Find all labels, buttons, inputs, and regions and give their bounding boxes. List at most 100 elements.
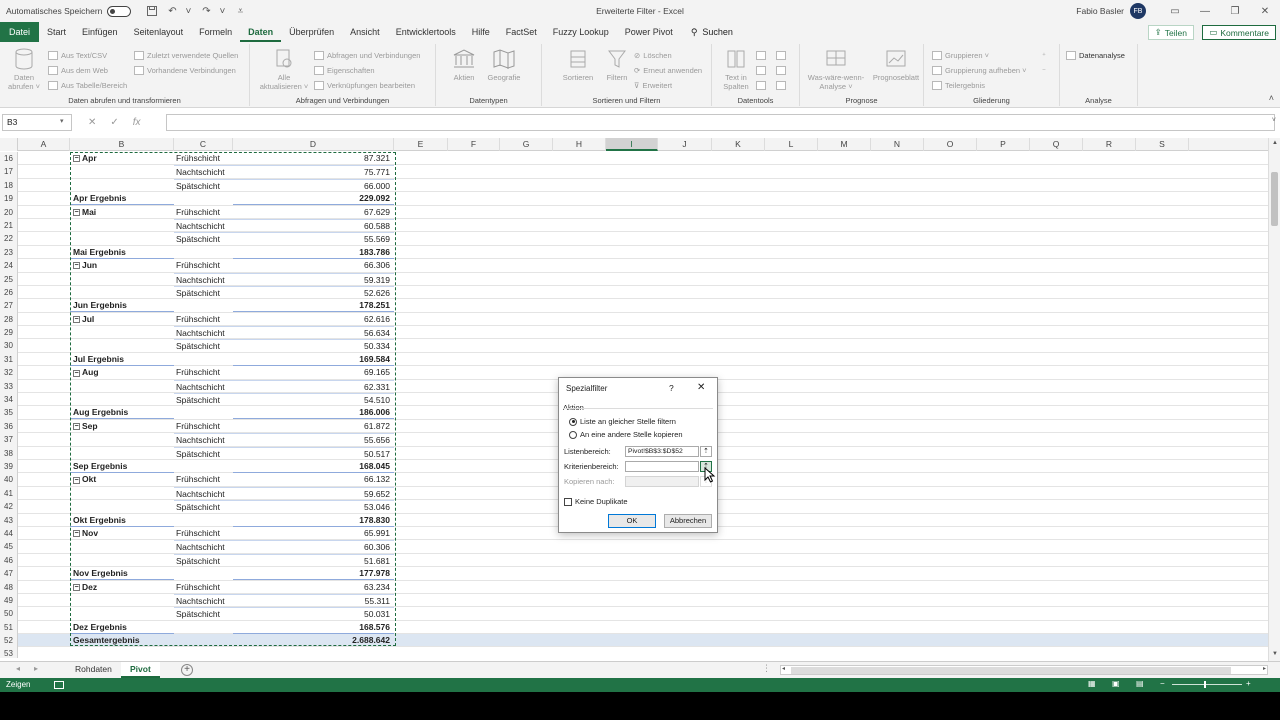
cell-d[interactable]: 52.626 [233, 285, 394, 299]
filter-button[interactable]: Filtern [597, 47, 637, 82]
zoom-out-icon[interactable]: − [1160, 679, 1165, 688]
cancel-button[interactable]: Abbrechen [664, 514, 712, 528]
search-tab[interactable]: ⚲ Suchen [681, 27, 743, 38]
macro-record-icon[interactable] [54, 681, 64, 689]
cell-b[interactable] [70, 179, 174, 192]
sheet-tab-rohdaten[interactable]: Rohdaten [66, 662, 121, 678]
cell-b[interactable] [70, 500, 174, 513]
cell-c[interactable] [174, 621, 233, 634]
copy-to-location-radio[interactable]: An eine andere Stelle kopieren [569, 430, 683, 439]
row-header[interactable]: 35 [0, 406, 18, 420]
collapse-ribbon-icon[interactable]: ˄ [1269, 93, 1274, 103]
cell-b[interactable] [70, 433, 174, 446]
from-text-csv-button[interactable]: Aus Text/CSV [48, 48, 107, 62]
geography-button[interactable]: Geografie [484, 47, 524, 82]
cell-c[interactable] [174, 353, 233, 366]
cell-c[interactable] [174, 460, 233, 473]
row-header[interactable]: 45 [0, 540, 18, 554]
clear-filter-button[interactable]: ⊘ Löschen [634, 48, 672, 62]
cell-c[interactable]: Spätschicht [174, 339, 233, 352]
cell-d[interactable]: 54.510 [233, 393, 394, 406]
confirm-entry-icon[interactable]: ✓ [110, 117, 118, 128]
column-header-d[interactable]: D [233, 138, 394, 151]
consolidate-button[interactable] [776, 48, 786, 62]
cell-c[interactable]: Nachtschicht [174, 540, 233, 553]
cell-b[interactable] [70, 339, 174, 352]
row-header[interactable]: 40 [0, 473, 18, 487]
cell-d[interactable]: 50.334 [233, 339, 394, 352]
cell-b[interactable] [70, 607, 174, 620]
cell-d[interactable]: 55.311 [233, 593, 394, 607]
sheet-tab-pivot[interactable]: Pivot [121, 662, 160, 678]
cell-d[interactable]: 186.006 [233, 406, 394, 420]
sort-button[interactable]: Sortieren [558, 47, 598, 82]
scroll-left-icon[interactable]: ◂ [782, 665, 785, 672]
collapse-group-icon[interactable]: − [73, 262, 80, 270]
show-detail-icon[interactable]: ⁺ [1042, 48, 1046, 62]
tab-split-handle-icon[interactable]: ⋮ [762, 663, 771, 674]
get-data-button[interactable]: Daten abrufen ˅ [4, 47, 44, 91]
cell-c[interactable]: Nachtschicht [174, 272, 233, 286]
share-button[interactable]: ⇪ Teilen [1147, 25, 1194, 40]
cell-d[interactable]: 60.588 [233, 218, 394, 232]
unique-records-checkbox[interactable]: Keine Duplikate [564, 497, 628, 506]
collapse-group-icon[interactable]: − [73, 315, 80, 323]
comments-button[interactable]: ▭ Kommentare [1202, 25, 1276, 40]
cell-b[interactable] [70, 447, 174, 460]
row-header[interactable]: 25 [0, 272, 18, 286]
existing-connections-button[interactable]: Vorhandene Verbindungen [134, 63, 236, 77]
select-all-corner[interactable] [0, 138, 18, 151]
row-header[interactable]: 46 [0, 553, 18, 568]
cell-d[interactable]: 67.629 [233, 206, 394, 219]
expand-formula-bar-icon[interactable]: ˅ [1272, 117, 1276, 124]
cell-d[interactable]: 178.251 [233, 299, 394, 313]
cell-d[interactable]: 66.000 [233, 178, 394, 192]
prev-sheet-icon[interactable]: ◂ [16, 664, 20, 673]
row-header[interactable]: 39 [0, 459, 18, 474]
cell-d[interactable]: 69.165 [233, 366, 394, 379]
cell-b[interactable] [70, 594, 174, 607]
filter-in-place-radio[interactable]: Liste an gleicher Stelle filtern [569, 417, 676, 426]
cell-c[interactable]: Spätschicht [174, 607, 233, 620]
cell-b[interactable]: − Mai [70, 206, 174, 219]
cell-c[interactable] [174, 246, 233, 259]
tab-ueberpruefen[interactable]: Überprüfen [281, 22, 342, 42]
cell-c[interactable]: Nachtschicht [174, 326, 233, 339]
cell-d[interactable]: 183.786 [233, 246, 394, 259]
page-break-icon[interactable]: ▤ [1136, 679, 1144, 688]
tab-factset[interactable]: FactSet [498, 22, 545, 42]
autosave[interactable]: Automatisches Speichern [6, 5, 132, 17]
row-header[interactable]: 23 [0, 245, 18, 260]
flash-fill-button[interactable] [756, 48, 766, 62]
cell-d[interactable]: 168.045 [233, 460, 394, 473]
ungroup-button[interactable]: Gruppierung aufheben ˅ [932, 63, 1027, 77]
hide-detail-icon[interactable]: ⁻ [1042, 63, 1046, 77]
criteria-range-input[interactable] [625, 461, 699, 472]
tab-hilfe[interactable]: Hilfe [464, 22, 498, 42]
row-header[interactable]: 50 [0, 607, 18, 621]
page-layout-icon[interactable]: ▣ [1112, 679, 1120, 688]
cell-b[interactable] [70, 165, 174, 178]
cell-c[interactable]: Spätschicht [174, 500, 233, 513]
column-header-b[interactable]: B [70, 138, 174, 151]
column-header-e[interactable]: E [394, 138, 448, 151]
formula-input[interactable] [166, 114, 1275, 131]
cell-c[interactable]: Frühschicht [174, 527, 233, 540]
cell-c[interactable]: Spätschicht [174, 178, 233, 192]
cell-d[interactable]: 59.652 [233, 486, 394, 500]
cell-c[interactable] [174, 299, 233, 312]
cell-c[interactable]: Nachtschicht [174, 218, 233, 232]
row-header[interactable]: 44 [0, 526, 18, 541]
tab-seitenlayout[interactable]: Seitenlayout [126, 22, 192, 42]
cell-b[interactable]: Jul Ergebnis [70, 353, 174, 366]
row-header[interactable]: 22 [0, 232, 18, 246]
next-sheet-icon[interactable]: ▸ [34, 664, 38, 673]
scroll-right-icon[interactable]: ▸ [1263, 665, 1266, 672]
edit-links-button[interactable]: Verknüpfungen bearbeiten [314, 78, 415, 92]
collapse-group-icon[interactable]: − [73, 530, 80, 538]
column-header-p[interactable]: P [977, 138, 1030, 151]
cell-c[interactable]: Nachtschicht [174, 486, 233, 500]
row-header[interactable]: 41 [0, 486, 18, 501]
horizontal-scrollbar[interactable]: ◂ ▸ [780, 665, 1268, 675]
column-header-o[interactable]: O [924, 138, 977, 151]
